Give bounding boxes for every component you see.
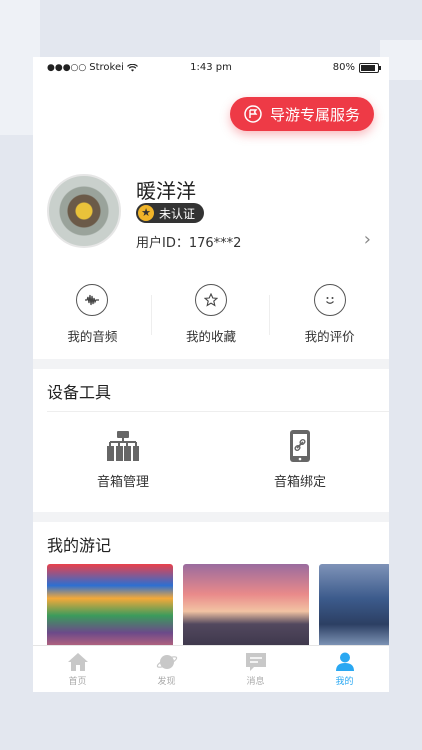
tab-label: 发现 xyxy=(157,677,176,687)
chevron-right-icon[interactable]: › xyxy=(364,229,371,250)
avatar[interactable] xyxy=(47,174,121,248)
tab-label: 我的 xyxy=(335,677,354,687)
device-tool-label: 音箱绑定 xyxy=(273,475,326,490)
guide-service-label: 导游专属服务 xyxy=(270,105,361,124)
travel-photo-castle-sunset[interactable] xyxy=(183,564,309,650)
smiley-icon xyxy=(313,284,346,316)
phone-link-icon xyxy=(290,430,310,462)
travel-photos xyxy=(47,564,389,650)
username: 暖洋洋 xyxy=(136,179,196,203)
quick-action-reviews[interactable]: 我的评价 xyxy=(270,267,389,359)
phone-screen: ●●●○○ Strokei 1:43 pm 80% 导游专属服务 暖洋洋 ★ 未… xyxy=(33,57,389,692)
battery-icon xyxy=(359,62,381,73)
divider xyxy=(47,411,389,412)
device-tools-section: 设备工具 音箱管理 音箱绑定 xyxy=(33,369,389,512)
quick-action-label: 我的评价 xyxy=(304,329,355,344)
quick-action-label: 我的收藏 xyxy=(186,329,237,344)
badge-label: 未认证 xyxy=(159,206,196,221)
user-icon xyxy=(335,652,354,671)
quick-action-label: 我的音频 xyxy=(67,329,118,344)
home-icon xyxy=(67,653,88,671)
tab-label: 首页 xyxy=(68,677,87,687)
tab-messages[interactable]: 消息 xyxy=(211,646,300,692)
battery-percent: 80% xyxy=(332,62,355,73)
guide-service-button[interactable]: 导游专属服务 xyxy=(230,97,374,131)
section-title: 我的游记 xyxy=(47,536,112,555)
tab-label: 消息 xyxy=(246,677,265,687)
device-tool-label: 音箱管理 xyxy=(96,475,149,490)
guide-flag-icon xyxy=(244,105,262,123)
travel-photo-umbrellas[interactable] xyxy=(47,564,173,650)
audio-wave-icon xyxy=(76,284,109,316)
tab-discover[interactable]: 发现 xyxy=(122,646,211,692)
travel-photo-lake-castle[interactable] xyxy=(319,564,389,650)
travel-notes-section: 我的游记 xyxy=(33,522,389,650)
badge-star-icon: ★ xyxy=(138,205,154,221)
quick-action-audio[interactable]: 我的音频 xyxy=(33,267,152,359)
status-right: 80% xyxy=(332,62,381,73)
quick-actions: 我的音频 我的收藏 我的评价 xyxy=(33,267,389,359)
status-bar: ●●●○○ Strokei 1:43 pm 80% xyxy=(33,57,389,79)
section-title: 设备工具 xyxy=(47,383,112,402)
tab-bar: 首页 发现 消息 我的 xyxy=(33,645,389,692)
star-icon xyxy=(195,284,227,316)
tab-home[interactable]: 首页 xyxy=(33,646,122,692)
quick-action-favorites[interactable]: 我的收藏 xyxy=(152,267,271,359)
user-id: 用户ID：176***2 xyxy=(136,236,242,251)
planet-icon xyxy=(156,655,177,669)
message-icon xyxy=(245,653,266,671)
speaker-bind-button[interactable]: 音箱绑定 xyxy=(240,429,360,490)
speaker-manage-button[interactable]: 音箱管理 xyxy=(63,429,183,490)
verification-badge[interactable]: ★ 未认证 xyxy=(136,203,205,223)
tab-mine[interactable]: 我的 xyxy=(300,646,389,692)
speaker-manage-icon xyxy=(107,431,139,461)
